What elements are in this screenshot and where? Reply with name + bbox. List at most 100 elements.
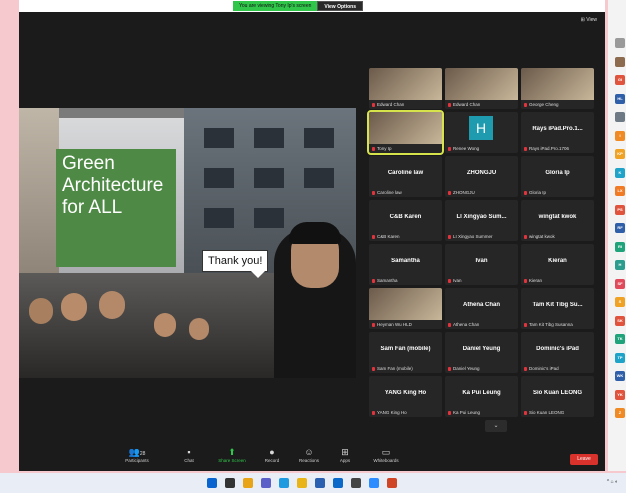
chevron-down-icon: ⌄ — [493, 423, 499, 429]
side-avatar[interactable] — [615, 56, 625, 67]
participant-caption: Caroline law — [372, 190, 402, 195]
participant-tile[interactable]: C&B Karen C&B Karen — [369, 200, 442, 241]
mic-muted-icon — [448, 322, 451, 327]
side-avatar[interactable]: I — [615, 130, 625, 141]
side-avatar[interactable] — [615, 112, 625, 122]
participant-tile[interactable]: Ivan Ivan — [445, 244, 518, 285]
participant-tile[interactable]: Gloria Ip Gloria Ip — [521, 156, 594, 197]
gallery-view: Edward Chan Edward Chan George Cheng Tony I… — [367, 68, 597, 418]
participant-name: C&B Karen — [389, 214, 422, 220]
outlook-icon[interactable] — [333, 478, 343, 488]
side-avatar[interactable]: YK — [615, 389, 625, 400]
side-avatar[interactable]: LX — [615, 186, 625, 196]
windows-icon[interactable] — [207, 478, 217, 488]
participant-caption-text: Kieran — [529, 278, 543, 283]
participant-tile[interactable]: George Cheng — [521, 68, 594, 109]
record-icon: ● — [269, 447, 275, 457]
participant-caption: Daniel Yeung — [448, 366, 480, 371]
side-avatar[interactable] — [615, 38, 625, 48]
chat-icon[interactable] — [261, 478, 271, 488]
edge-icon[interactable] — [279, 478, 289, 488]
participant-caption-text: YANG King Ho — [377, 410, 407, 415]
participant-caption: C&B Karen — [372, 234, 400, 239]
participant-tile[interactable]: Tam Kit Tibg Su... Tam Kit Tibg Susanna — [521, 288, 594, 329]
apps-button[interactable]: ⊞ Apps — [325, 446, 365, 463]
participant-caption-text: Athena Chan — [453, 322, 480, 327]
side-avatar[interactable]: KP — [615, 149, 625, 159]
participant-caption-text: Edward Chan — [377, 102, 405, 107]
mic-muted-icon — [524, 366, 527, 371]
whiteboard-icon: ▭ — [381, 447, 391, 457]
participant-tile[interactable]: Samantha Samantha — [369, 244, 442, 285]
side-avatar[interactable]: WK — [615, 371, 625, 381]
record-button[interactable]: ● Record — [252, 446, 292, 463]
participant-caption-text: C&B Karen — [377, 234, 400, 239]
share-screen-icon: ⬆ — [228, 447, 236, 457]
participant-tile[interactable]: YANG King Ho YANG King Ho — [369, 376, 442, 417]
participant-tile[interactable]: wingtat kwok wingtat kwok — [521, 200, 594, 241]
participant-caption-text: LI Xingyao Summer — [453, 234, 493, 239]
participant-tile[interactable]: Sio Kuan LEONG Sio Kuan LEONG — [521, 376, 594, 417]
participant-caption: Sio Kuan LEONG — [524, 410, 564, 415]
side-avatar[interactable]: TP — [615, 352, 625, 363]
participant-tile[interactable]: Heyman Wu HLD — [369, 288, 442, 329]
participant-tile[interactable]: Kieran Kieran — [521, 244, 594, 285]
participant-caption: Kieran — [524, 278, 542, 283]
side-avatar[interactable]: H — [615, 260, 625, 270]
mic-muted-icon — [524, 322, 527, 327]
participant-tile[interactable]: Dominic's iPad Dominic's iPad — [521, 332, 594, 373]
participant-name: wingtat kwok — [538, 214, 577, 220]
word-icon[interactable] — [315, 478, 325, 488]
participant-caption-text: Daniel Yeung — [453, 366, 480, 371]
side-avatar[interactable]: K — [615, 167, 625, 178]
side-avatar[interactable]: RF — [615, 223, 625, 233]
participants-button[interactable]: 👥28 Participants — [117, 446, 157, 463]
participant-caption-text: Caroline law — [377, 190, 402, 195]
participant-tile[interactable]: H Renee Wong — [445, 112, 518, 153]
powerpoint-icon[interactable] — [387, 478, 397, 488]
share-screen-button[interactable]: ⬆ Share Screen — [212, 446, 252, 463]
reactions-label: Reactions — [298, 458, 319, 463]
participant-tile[interactable]: Caroline law Caroline law — [369, 156, 442, 197]
whiteboards-button[interactable]: ▭ Whiteboards — [366, 446, 406, 463]
side-avatar[interactable]: TK — [615, 334, 625, 344]
participant-tile[interactable]: Tony Ip — [367, 110, 444, 155]
participant-caption-text: Edward Chan — [453, 102, 481, 107]
gallery-next-page-button[interactable]: ⌄ — [485, 420, 507, 432]
chat-button[interactable]: ▪ Chat — [169, 446, 209, 463]
search-icon[interactable] — [225, 478, 235, 488]
participant-tile[interactable]: Sam Fan (mobile) Sam Fan (mobile) — [369, 332, 442, 373]
participant-tile[interactable]: Ka Pui Leung Ka Pui Leung — [445, 376, 518, 417]
participant-tile[interactable]: Athena Chan Athena Chan — [445, 288, 518, 329]
side-avatar[interactable]: RI — [615, 241, 625, 252]
participant-tile[interactable]: Daniel Yeung Daniel Yeung — [445, 332, 518, 373]
meeting-toolbar: 👥28 Participants ▪ Chat ⬆ Share Screen ●… — [19, 446, 605, 471]
reactions-button[interactable]: ☺ Reactions — [289, 446, 329, 463]
side-avatar[interactable]: GI — [615, 75, 625, 85]
explorer-icon[interactable] — [243, 478, 253, 488]
participant-tile[interactable]: LI Xingyao Sum... LI Xingyao Summer — [445, 200, 518, 241]
participant-tile[interactable]: ZHONGJU ZHONGJU — [445, 156, 518, 197]
participant-tile[interactable]: Edward Chan — [445, 68, 518, 109]
leave-button[interactable]: Leave — [570, 454, 598, 465]
view-button[interactable]: ⊞ View — [581, 17, 597, 23]
system-tray[interactable]: ^ ⌂ ◐ — [607, 479, 618, 485]
participant-tile[interactable]: Edward Chan — [369, 68, 442, 109]
side-avatar[interactable]: PS — [615, 204, 625, 215]
side-avatar[interactable]: HL — [615, 93, 625, 104]
participant-caption-text: Ivan — [453, 278, 462, 283]
store-icon[interactable] — [351, 478, 361, 488]
share-banner: You are viewing Tony Ip's screen View Op… — [233, 1, 363, 11]
participant-tile[interactable]: Rays iPad.Pro.1... Rays iPad.Pro.1706 — [521, 112, 594, 153]
side-avatar[interactable]: SF — [615, 278, 625, 289]
side-avatar[interactable]: S — [615, 297, 625, 307]
view-options-button[interactable]: View Options — [317, 1, 363, 11]
side-avatar[interactable]: SK — [615, 315, 625, 326]
folder-icon[interactable] — [297, 478, 307, 488]
zoom-icon[interactable] — [369, 478, 379, 488]
participant-video — [369, 112, 442, 144]
mic-muted-icon — [372, 190, 375, 195]
reactions-icon: ☺ — [304, 447, 314, 457]
participant-video — [369, 288, 442, 320]
side-avatar[interactable]: Z — [615, 408, 625, 418]
